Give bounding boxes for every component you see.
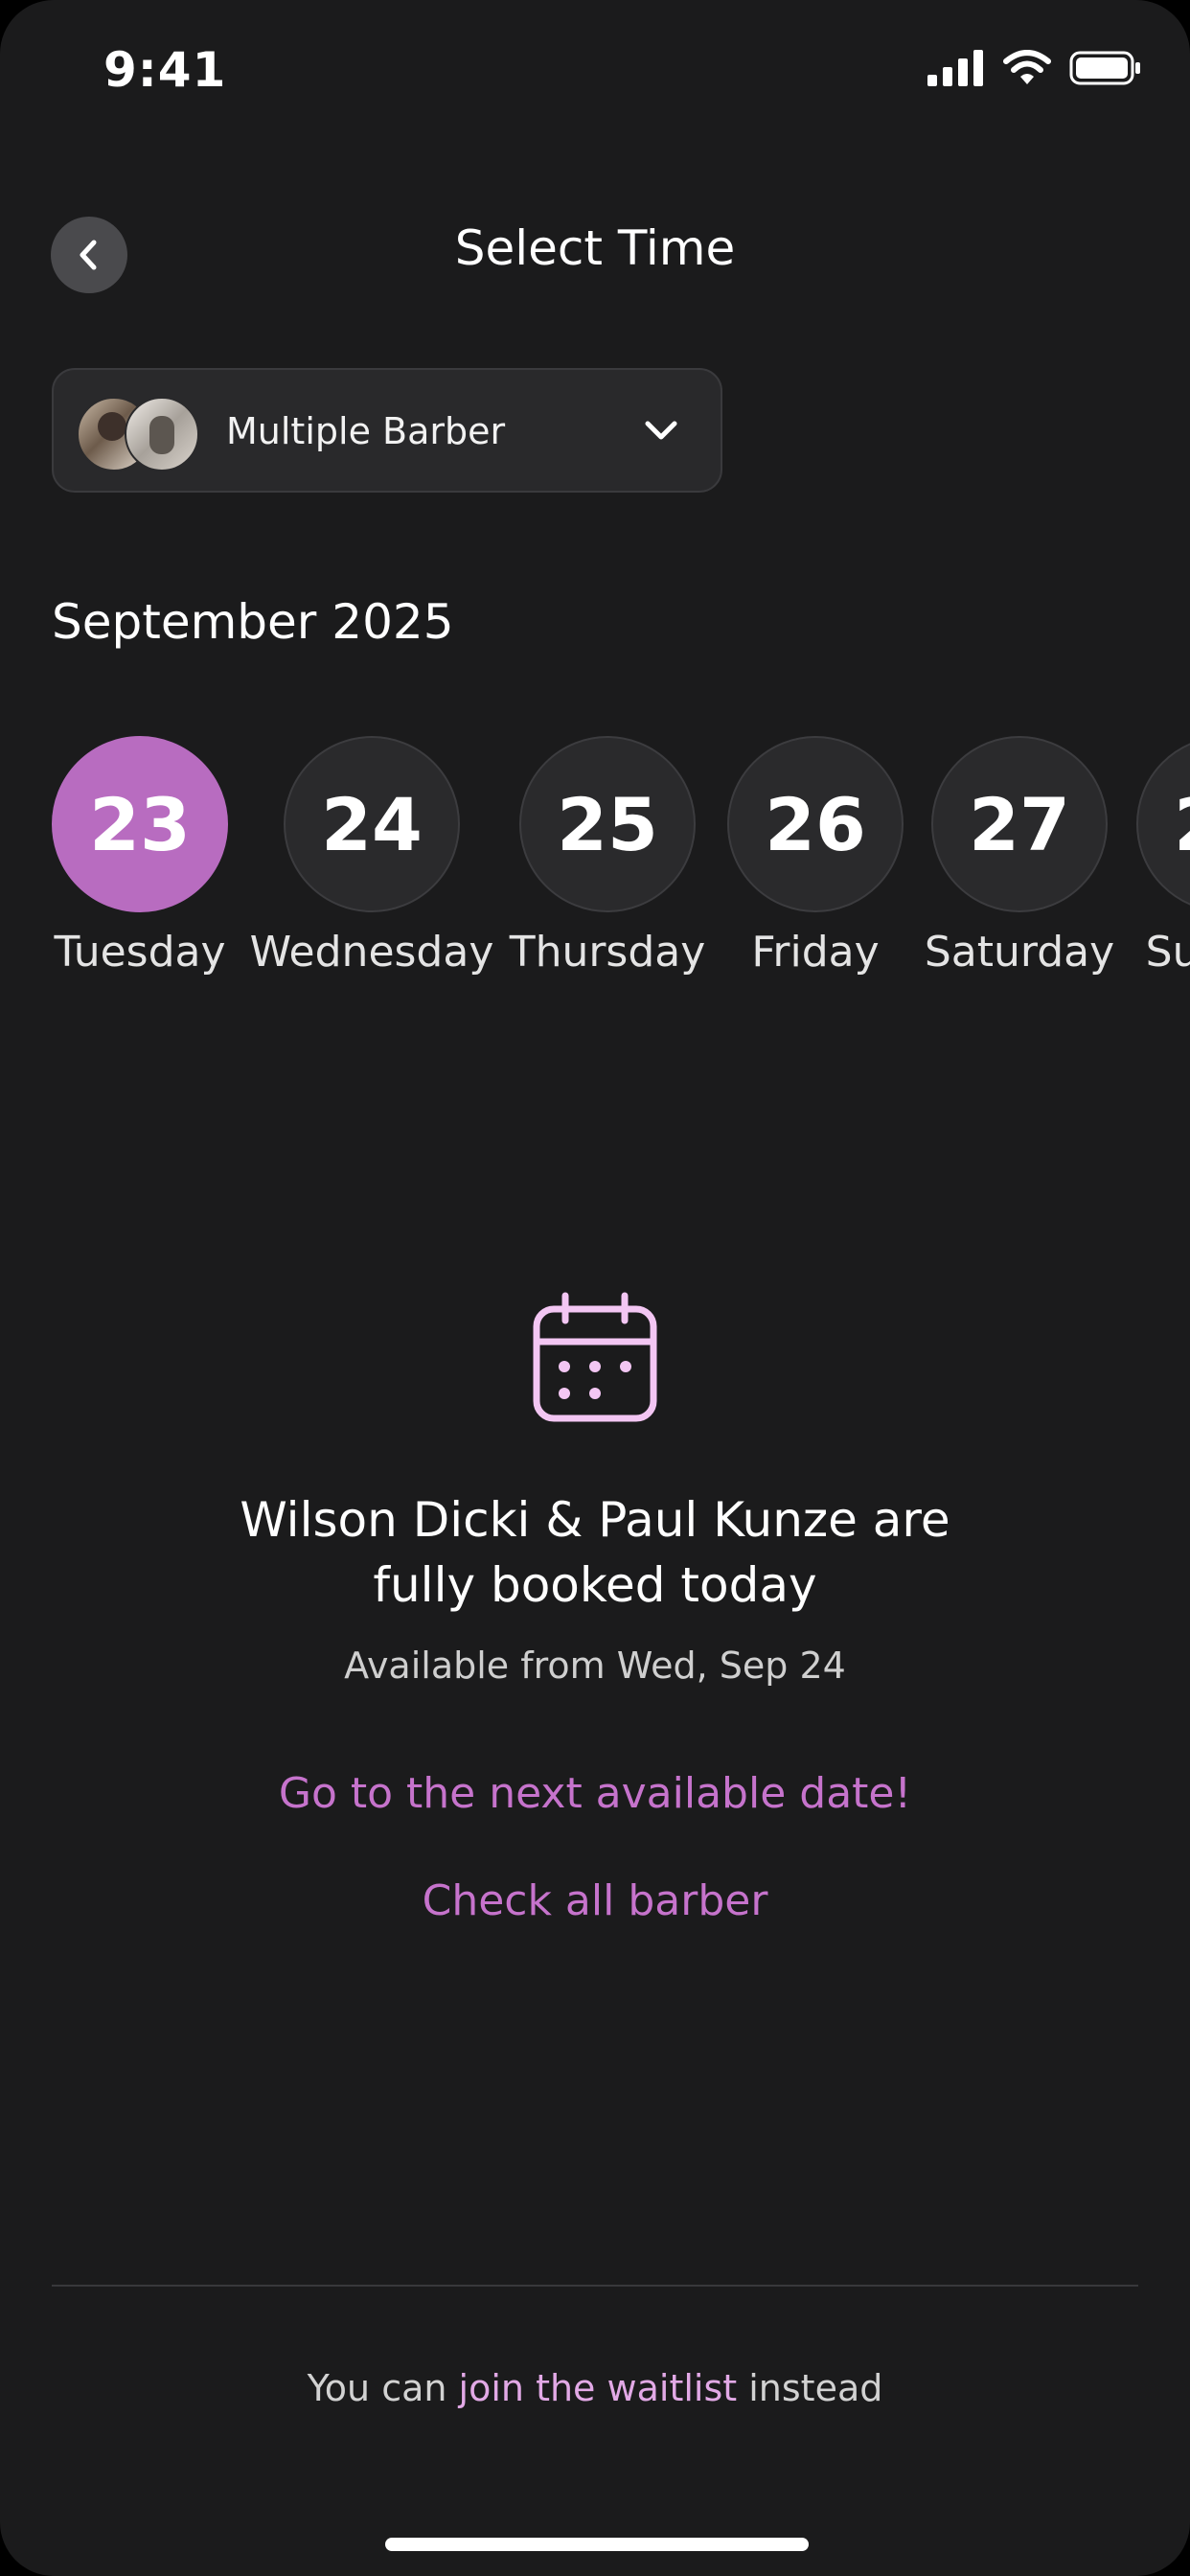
- day-name-friday: Friday: [751, 928, 880, 977]
- join-waitlist-link[interactable]: join the waitlist: [459, 2367, 738, 2409]
- status-time: 9:41: [103, 42, 227, 98]
- next-available-date-link[interactable]: Go to the next available date!: [0, 1769, 1190, 1818]
- day-circle-27[interactable]: 27: [931, 736, 1108, 912]
- waitlist-suffix: instead: [737, 2367, 883, 2409]
- day-name-wednesday: Wednesday: [249, 928, 494, 977]
- wifi-icon: [1003, 50, 1051, 84]
- day-name-saturday: Saturday: [924, 928, 1115, 977]
- day-name-thursday: Thursday: [509, 928, 706, 977]
- barber-avatar: [125, 397, 199, 472]
- signal-icon: [927, 50, 983, 86]
- page-title: Select Time: [454, 220, 736, 276]
- day-circle-23[interactable]: 23: [52, 736, 228, 912]
- day-name-tuesday: Tuesday: [54, 928, 226, 977]
- day-circle-24[interactable]: 24: [284, 736, 460, 912]
- day-circle-26[interactable]: 26: [727, 736, 904, 912]
- day-circle-25[interactable]: 25: [519, 736, 696, 912]
- phone-screen: 9:41 Select Time Multiple Barber Septemb…: [0, 0, 1190, 2576]
- calendar-icon: [533, 1292, 657, 1422]
- day-circle-28[interactable]: 28: [1136, 736, 1190, 912]
- status-icons: [927, 50, 1142, 86]
- barber-selector-label: Multiple Barber: [226, 410, 506, 452]
- fully-booked-title-line2: fully booked today: [373, 1557, 817, 1613]
- home-indicator[interactable]: [385, 2538, 809, 2551]
- waitlist-prefix: You can: [307, 2367, 459, 2409]
- available-from-text: Available from Wed, Sep 24: [344, 1644, 846, 1687]
- fully-booked-title: Wilson Dicki & Paul Kunze are fully book…: [0, 1487, 1190, 1618]
- day-name-sunday: Sunday: [1145, 928, 1190, 977]
- fully-booked-title-line1: Wilson Dicki & Paul Kunze are: [240, 1492, 950, 1548]
- battery-icon: [1069, 51, 1140, 85]
- footer-divider: [52, 2285, 1138, 2287]
- waitlist-footer: You can join the waitlist instead: [0, 2367, 1190, 2409]
- check-all-barbers-link[interactable]: Check all barber: [0, 1876, 1190, 1925]
- barber-selector-dropdown[interactable]: Multiple Barber: [52, 368, 722, 493]
- chevron-down-icon: [645, 421, 677, 440]
- month-title: September 2025: [52, 594, 454, 650]
